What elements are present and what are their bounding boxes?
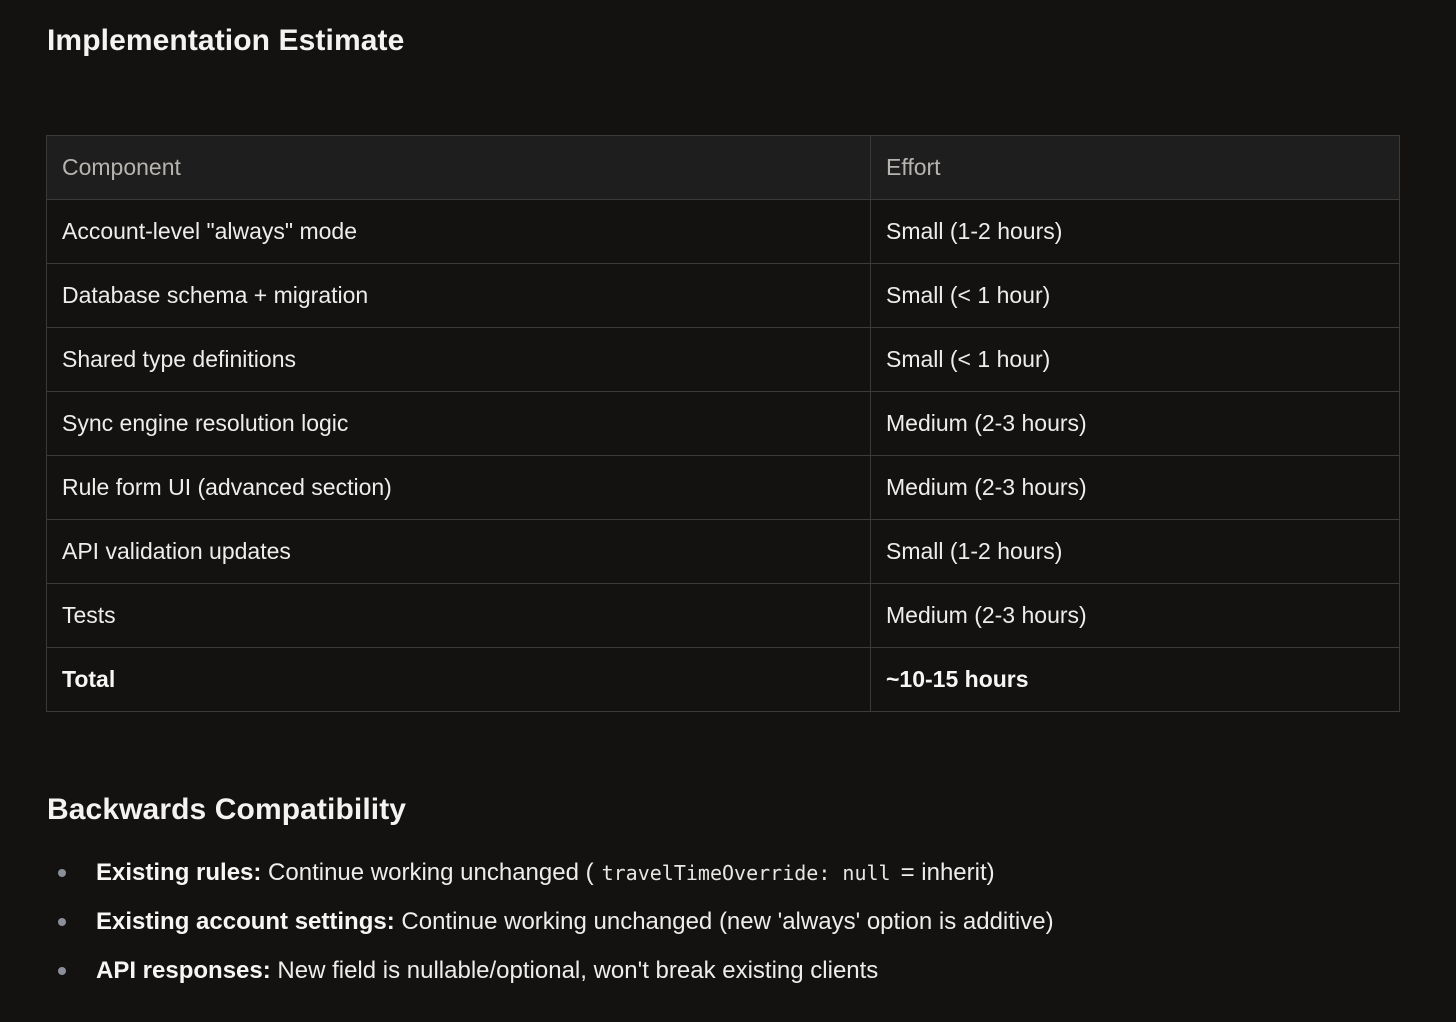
effort-cell: Small (< 1 hour) — [870, 327, 1400, 392]
component-cell: Shared type definitions — [46, 327, 871, 392]
table-row: Account-level "always" mode Small (1-2 h… — [46, 199, 1400, 264]
table-header-row: Component Effort — [46, 135, 1400, 200]
list-item: Existing account settings: Continue work… — [47, 901, 1054, 950]
estimate-table: Component Effort Account-level "always" … — [46, 135, 1400, 712]
total-value: ~10-15 hours — [870, 647, 1400, 712]
bullet-label: Existing account settings: — [96, 908, 395, 935]
effort-cell: Small (< 1 hour) — [870, 263, 1400, 328]
bullet-text: Continue working unchanged ( — [261, 859, 594, 886]
component-cell: Rule form UI (advanced section) — [46, 455, 871, 520]
effort-cell: Medium (2-3 hours) — [870, 455, 1400, 520]
effort-cell: Small (1-2 hours) — [870, 199, 1400, 264]
inline-code: travelTimeOverride: null — [601, 861, 891, 885]
component-cell: Tests — [46, 583, 871, 648]
component-cell: Sync engine resolution logic — [46, 391, 871, 456]
table-row: API validation updates Small (1-2 hours) — [46, 519, 1400, 584]
bullet-label: API responses: — [96, 957, 271, 984]
bullet-label: Existing rules: — [96, 859, 262, 886]
total-label: Total — [46, 647, 871, 712]
table-row: Sync engine resolution logic Medium (2-3… — [46, 391, 1400, 456]
table-total-row: Total ~10-15 hours — [46, 647, 1400, 712]
bullet-icon — [58, 967, 66, 975]
header-component: Component — [46, 135, 871, 200]
implementation-estimate-heading: Implementation Estimate — [47, 24, 405, 57]
bullet-text: New field is nullable/optional, won't br… — [270, 957, 879, 984]
compatibility-list: Existing rules: Continue working unchang… — [47, 852, 1054, 999]
header-effort: Effort — [870, 135, 1400, 200]
document-page: Implementation Estimate Component Effort… — [0, 0, 1456, 1022]
list-item: API responses: New field is nullable/opt… — [47, 950, 1054, 999]
component-cell: Database schema + migration — [46, 263, 871, 328]
table-row: Tests Medium (2-3 hours) — [46, 583, 1400, 648]
list-item: Existing rules: Continue working unchang… — [47, 852, 1054, 901]
table-row: Rule form UI (advanced section) Medium (… — [46, 455, 1400, 520]
table-row: Database schema + migration Small (< 1 h… — [46, 263, 1400, 328]
table-row: Shared type definitions Small (< 1 hour) — [46, 327, 1400, 392]
backwards-compatibility-heading: Backwards Compatibility — [47, 793, 407, 826]
component-cell: Account-level "always" mode — [46, 199, 871, 264]
effort-cell: Medium (2-3 hours) — [870, 391, 1400, 456]
bullet-icon — [58, 869, 66, 877]
effort-cell: Small (1-2 hours) — [870, 519, 1400, 584]
bullet-text-after: = inherit) — [900, 859, 995, 886]
bullet-icon — [58, 918, 66, 926]
component-cell: API validation updates — [46, 519, 871, 584]
effort-cell: Medium (2-3 hours) — [870, 583, 1400, 648]
bullet-text: Continue working unchanged (new 'always'… — [394, 908, 1054, 935]
